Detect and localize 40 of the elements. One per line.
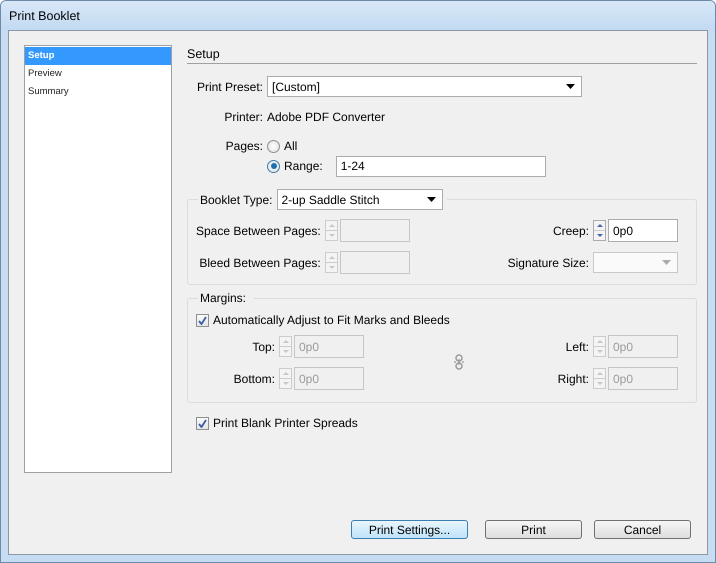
section-title: Setup (187, 46, 697, 64)
radio-button[interactable] (267, 140, 280, 152)
spinner-arrows[interactable] (593, 220, 606, 241)
radio-label[interactable]: All (284, 139, 298, 153)
field-label: Space Between Pages: (196, 224, 321, 238)
field-label: Print Preset: (196, 80, 263, 94)
dialog-button[interactable]: Print (485, 520, 582, 539)
field-label: Printer: (223, 110, 263, 124)
range-field[interactable]: 1-24 (336, 156, 546, 176)
sidebar-item[interactable]: Preview (25, 65, 171, 83)
checkbox-label[interactable]: Automatically Adjust to Fit Marks and Bleeds (213, 313, 450, 327)
window-title: Print Booklet (9, 8, 80, 22)
field-label: Pages: (224, 139, 263, 155)
field-label: Bottom: (234, 372, 275, 386)
field-label: Left: (566, 340, 589, 354)
number-field[interactable]: 0p0 (608, 219, 678, 242)
group-title: Margins: (200, 291, 246, 305)
number-field[interactable] (340, 251, 410, 274)
field-label: Creep: (552, 224, 589, 238)
field-label: Booklet Type: (200, 192, 272, 206)
checkbox[interactable] (196, 314, 209, 326)
dialog-button[interactable]: Cancel (594, 520, 691, 539)
radio-label[interactable]: Range: (284, 159, 323, 173)
caret-icon (426, 197, 436, 202)
field-label: Right: (558, 372, 589, 386)
preset-dropdown[interactable]: [Custom] (267, 76, 582, 97)
field-label: Signature Size: (508, 256, 589, 270)
radio-button[interactable] (267, 160, 280, 172)
sidebar-item[interactable]: Summary (25, 83, 171, 101)
field-label: Bleed Between Pages: (199, 256, 321, 270)
dialog-button[interactable]: Print Settings... (351, 520, 468, 539)
booklet-type-dropdown[interactable]: 2-up Saddle Stitch (276, 189, 442, 210)
checkbox-label[interactable]: Print Blank Printer Spreads (213, 416, 358, 430)
checkbox[interactable] (196, 416, 209, 430)
printer-name: Adobe PDF Converter (267, 110, 386, 124)
number-field[interactable] (340, 219, 410, 242)
field-label: Top: (252, 340, 275, 354)
caret-icon (662, 260, 671, 265)
caret-icon (566, 84, 575, 89)
chain-link-icon[interactable] (453, 354, 465, 370)
